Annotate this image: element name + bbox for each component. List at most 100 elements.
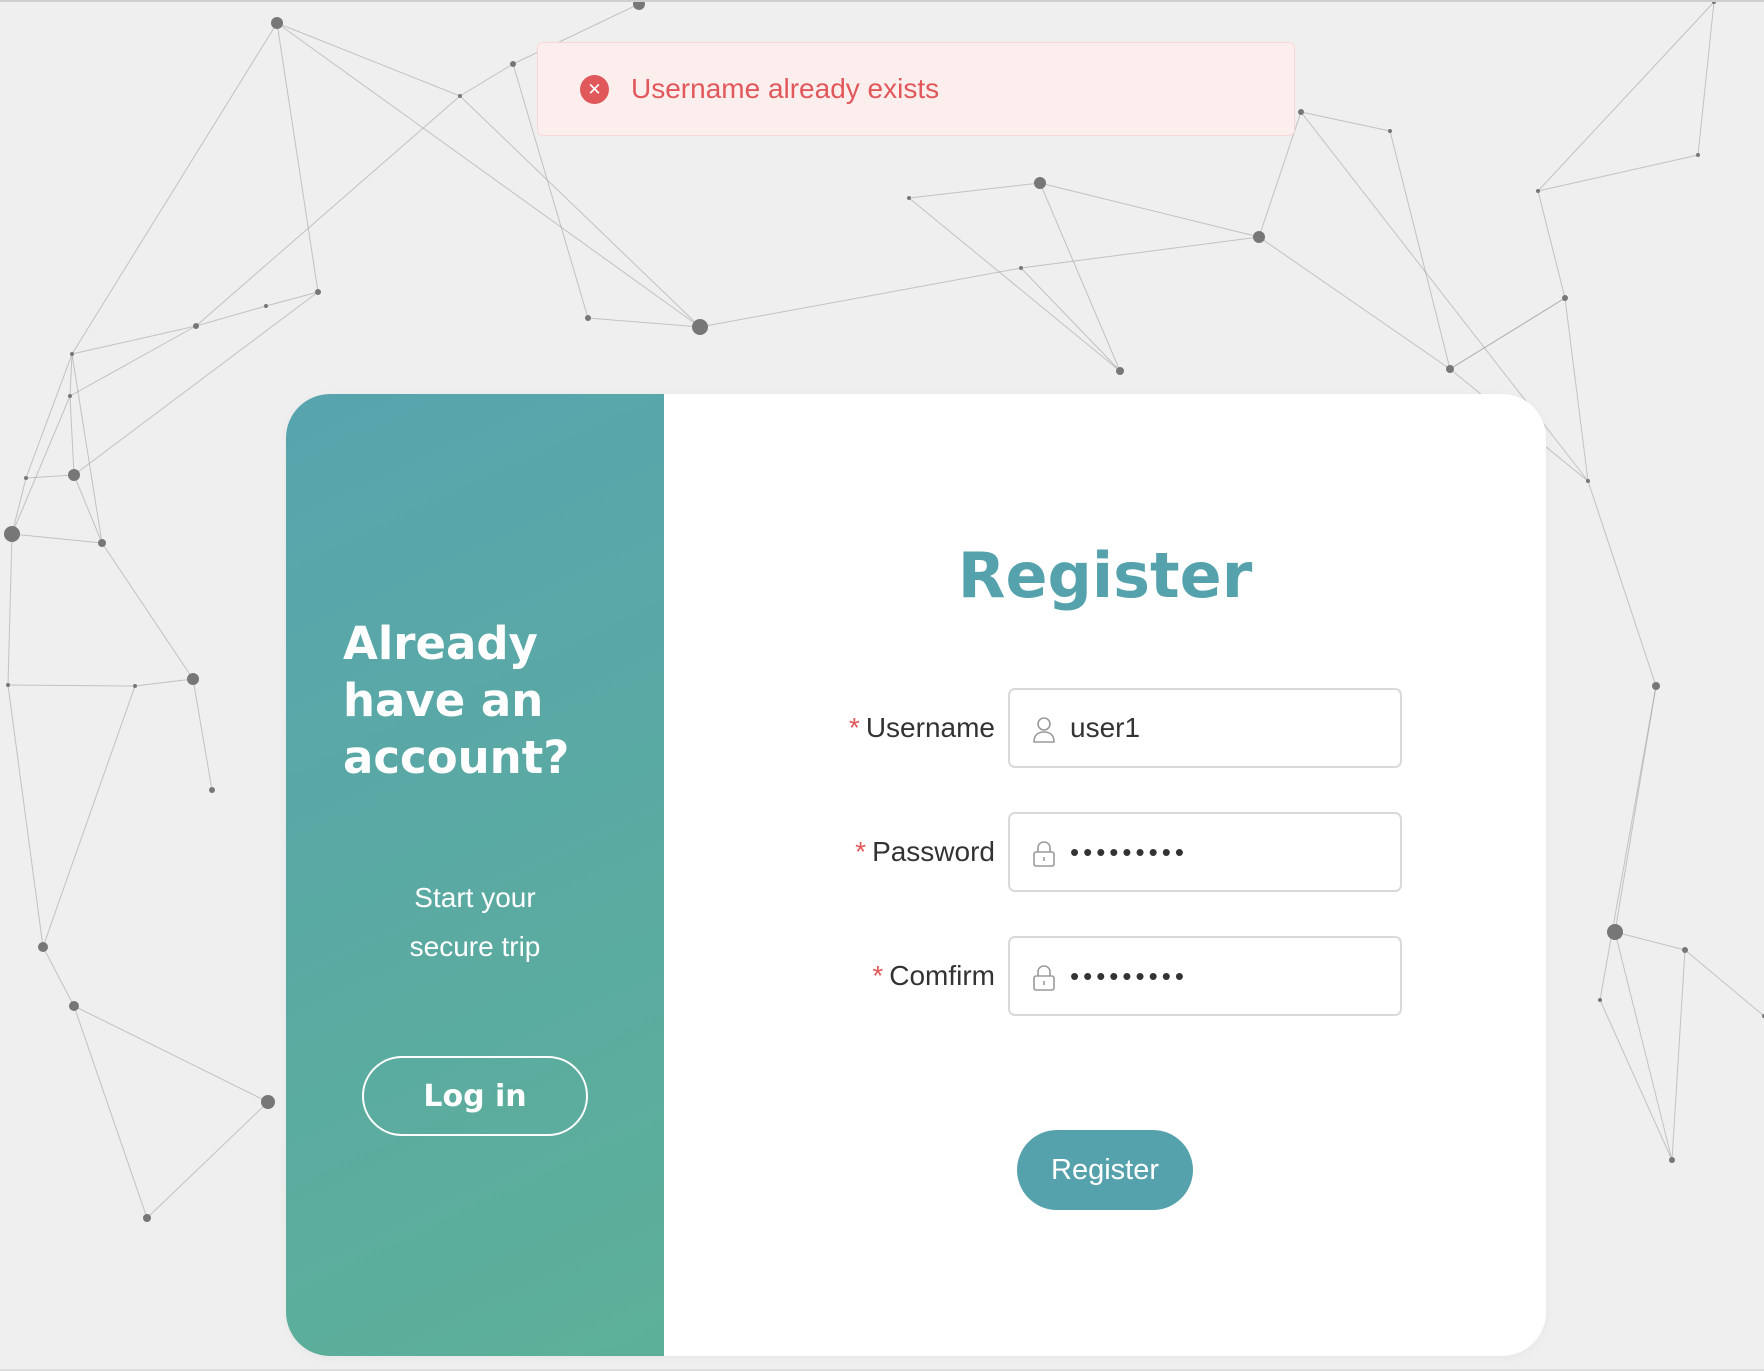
- network-node: [68, 394, 72, 398]
- network-node: [4, 526, 20, 542]
- network-node: [510, 61, 516, 67]
- network-edge: [73, 1005, 148, 1219]
- confirm-label: * Comfirm: [872, 958, 995, 994]
- error-circle-icon: ✕: [580, 75, 609, 104]
- network-edge: [1039, 182, 1260, 238]
- network-edge: [1564, 297, 1589, 482]
- tagline-line-1: Start your: [414, 882, 536, 913]
- network-edge: [134, 678, 194, 687]
- network-node: [69, 1001, 79, 1011]
- confirm-password-input[interactable]: [1070, 952, 1380, 1000]
- network-node: [585, 315, 591, 321]
- tagline-line-2: secure trip: [409, 931, 541, 962]
- password-label: * Password: [855, 834, 995, 870]
- network-edge: [71, 353, 103, 544]
- register-button[interactable]: Register: [1017, 1130, 1193, 1210]
- lock-icon: [1033, 965, 1055, 991]
- network-edge: [699, 267, 1022, 328]
- tagline: Start your secure trip: [286, 873, 664, 971]
- network-node: [1253, 231, 1265, 243]
- network-edge: [7, 684, 136, 687]
- network-node: [68, 469, 80, 481]
- network-node: [1019, 266, 1023, 270]
- network-edge: [587, 317, 701, 328]
- network-edge: [71, 325, 197, 355]
- login-button[interactable]: Log in: [362, 1056, 588, 1136]
- network-edge: [265, 291, 319, 307]
- network-edge: [7, 684, 44, 948]
- network-edge: [276, 22, 461, 97]
- network-node: [315, 289, 321, 295]
- network-edge: [1020, 267, 1121, 372]
- network-edge: [195, 305, 267, 327]
- network-edge: [1300, 111, 1391, 132]
- password-input[interactable]: [1070, 828, 1380, 876]
- network-node: [193, 323, 199, 329]
- network-node: [264, 304, 268, 308]
- network-edge: [1684, 949, 1764, 1017]
- network-node: [209, 787, 215, 793]
- network-edge: [195, 95, 461, 327]
- network-node: [1116, 367, 1124, 375]
- network-node: [1586, 479, 1590, 483]
- network-node: [458, 94, 462, 98]
- toast-message: Username already exists: [631, 73, 940, 104]
- network-edge: [1599, 999, 1673, 1161]
- network-edge: [7, 533, 13, 686]
- network-edge: [25, 474, 75, 479]
- network-edge: [1537, 154, 1699, 192]
- required-mark: *: [872, 960, 884, 991]
- network-node: [1696, 153, 1700, 157]
- password-field[interactable]: [1008, 812, 1402, 892]
- network-edge: [1587, 480, 1657, 687]
- password-row: * Password: [664, 812, 1546, 892]
- network-edge: [908, 197, 1121, 372]
- register-title: Register: [957, 539, 1253, 612]
- username-input[interactable]: [1070, 704, 1380, 752]
- network-node: [1536, 189, 1540, 193]
- network-edge: [69, 353, 73, 397]
- network-edge: [101, 542, 194, 680]
- confirm-password-field[interactable]: [1008, 936, 1402, 1016]
- network-node: [1682, 947, 1688, 953]
- login-prompt-panel: Already have an account? Start your secu…: [286, 394, 664, 1356]
- network-edge: [1537, 1, 1715, 192]
- error-toast: ✕ Username already exists: [537, 42, 1295, 136]
- network-edge: [146, 1101, 269, 1219]
- network-edge: [1614, 931, 1686, 951]
- network-edge: [192, 678, 213, 791]
- network-edge: [1449, 297, 1566, 370]
- network-edge: [73, 1005, 269, 1103]
- network-edge: [1537, 190, 1566, 299]
- network-edge: [42, 685, 136, 948]
- network-node: [1562, 295, 1568, 301]
- network-node: [261, 1095, 275, 1109]
- network-node: [6, 683, 10, 687]
- username-row: * Username: [664, 688, 1546, 768]
- user-icon: [1033, 717, 1055, 743]
- network-edge: [1697, 1, 1715, 156]
- network-node: [1446, 365, 1454, 373]
- auth-card: Already have an account? Start your secu…: [286, 394, 1546, 1356]
- network-node: [1034, 177, 1046, 189]
- network-edge: [69, 325, 197, 397]
- network-node: [38, 942, 48, 952]
- network-node: [70, 352, 74, 356]
- lock-icon: [1033, 841, 1055, 867]
- username-field[interactable]: [1008, 688, 1402, 768]
- network-node: [1607, 924, 1623, 940]
- network-node: [1298, 109, 1304, 115]
- network-edge: [25, 353, 73, 479]
- confirm-label-text: Comfirm: [889, 960, 995, 991]
- top-border: [0, 0, 1764, 2]
- network-node: [1652, 682, 1660, 690]
- network-edge: [1599, 685, 1657, 1001]
- network-edge: [1671, 949, 1686, 1161]
- network-node: [1388, 129, 1392, 133]
- network-edge: [908, 182, 1041, 199]
- network-edge: [11, 533, 103, 544]
- network-node: [271, 17, 283, 29]
- network-edge: [276, 22, 319, 293]
- username-label-text: Username: [865, 712, 995, 743]
- network-node: [1669, 1157, 1675, 1163]
